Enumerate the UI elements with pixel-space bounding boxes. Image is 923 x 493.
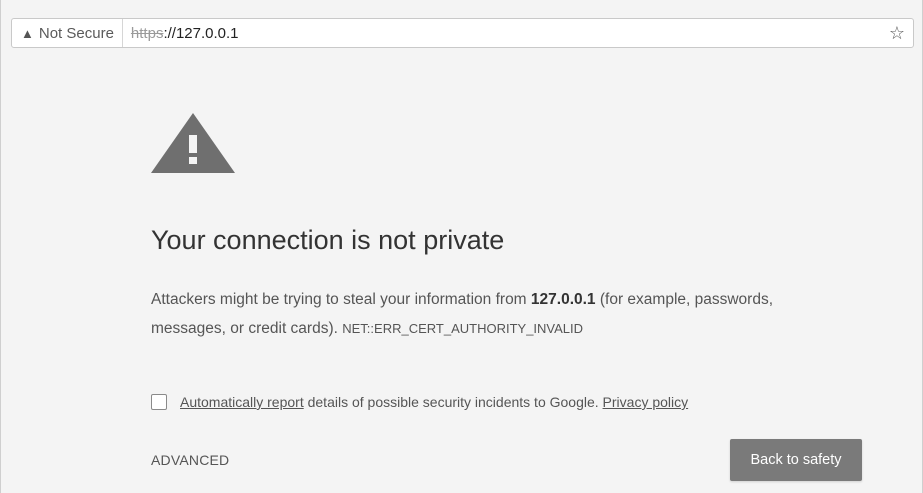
report-checkbox[interactable]: [151, 394, 167, 410]
page-title: Your connection is not private: [151, 225, 505, 255]
advanced-button[interactable]: ADVANCED: [151, 452, 229, 468]
report-text: details of possible security incidents t…: [303, 394, 603, 410]
description: Attackers might be trying to steal your …: [151, 285, 841, 343]
url-scheme: https: [130, 24, 164, 42]
star-icon[interactable]: ☆: [889, 23, 905, 44]
warning-triangle-icon: ▲: [21, 25, 34, 41]
address-bar[interactable]: ▲ Not Secure https://127.0.0.1 ☆: [11, 18, 914, 48]
host-name: 127.0.0.1: [530, 291, 596, 308]
report-row: Automatically report details of possible…: [151, 394, 688, 410]
url-host: ://127.0.0.1: [163, 24, 239, 42]
security-indicator[interactable]: ▲ Not Secure: [12, 19, 123, 47]
description-prefix: Attackers might be trying to steal your …: [151, 291, 531, 308]
error-code[interactable]: NET::ERR_CERT_AUTHORITY_INVALID: [342, 321, 583, 336]
back-to-safety-button[interactable]: Back to safety: [730, 439, 862, 481]
not-secure-label: Not Secure: [38, 24, 114, 42]
interstitial-page: Your connection is not private Attackers…: [1, 48, 922, 493]
browser-window: ▲ Not Secure https://127.0.0.1 ☆ Your co…: [0, 0, 923, 493]
automatically-report-link[interactable]: Automatically report: [180, 394, 304, 410]
url-text[interactable]: https://127.0.0.1: [123, 25, 913, 42]
warning-triangle-icon: [151, 113, 235, 173]
privacy-policy-link[interactable]: Privacy policy: [603, 394, 689, 410]
